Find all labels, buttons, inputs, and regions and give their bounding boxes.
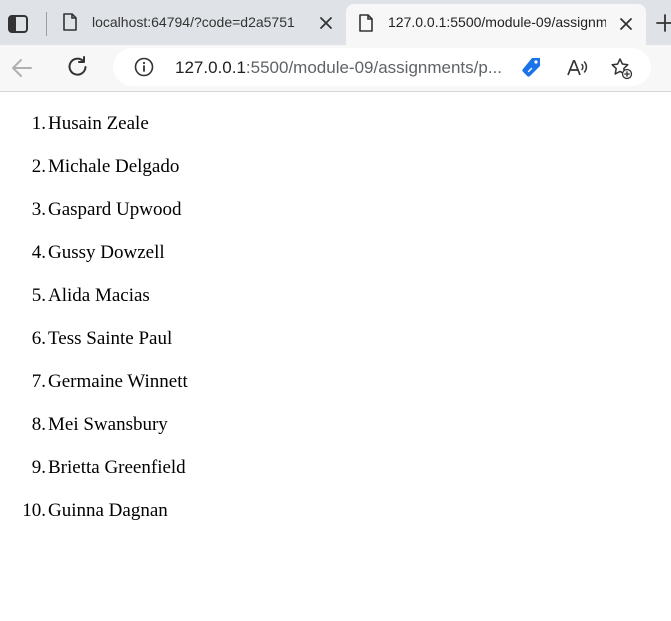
list-item-name: Tess Sainte Paul: [48, 328, 173, 349]
list-item-name: Gussy Dowzell: [48, 242, 165, 263]
url-host: 127.0.0.1: [175, 58, 246, 77]
list-item-number: 7.: [31, 371, 46, 392]
url-path: :5500/module-09/assignments/p...: [245, 58, 503, 77]
tab-title: localhost:64794/?code=d2a5751: [92, 14, 295, 30]
list-item-name: Brietta Greenfield: [48, 457, 186, 478]
page-content: 1. Husain Zeale 2. Michale Delgado 3. Gaspard…: [0, 92, 671, 621]
list-item-number: 4.: [31, 242, 46, 263]
reload-icon[interactable]: [64, 54, 92, 82]
list-item-number: 5.: [31, 285, 46, 306]
tab-title: 127.0.0.1:5500/module-09/assignments: [388, 14, 606, 30]
document-icon: [62, 13, 78, 31]
tab-strip: localhost:64794/?code=d2a5751 127.0.0.1:…: [0, 0, 671, 45]
price-tag-icon[interactable]: [519, 56, 543, 80]
plus-icon[interactable]: [654, 12, 671, 34]
list-item-number: 1.: [31, 113, 46, 134]
list-item-name: Gaspard Upwood: [48, 199, 182, 220]
info-icon[interactable]: [134, 57, 154, 77]
back-arrow-icon[interactable]: [8, 54, 36, 82]
list-item-number: 3.: [31, 199, 46, 220]
close-icon[interactable]: [616, 14, 636, 34]
read-aloud-icon[interactable]: [565, 56, 589, 80]
document-icon: [358, 14, 374, 32]
add-favorite-icon[interactable]: [609, 56, 633, 80]
list-item-number: 9.: [31, 457, 46, 478]
list-item-name: Alida Macias: [48, 285, 150, 306]
list-item-name: Michale Delgado: [48, 156, 180, 177]
list-item-number: 8.: [31, 414, 46, 435]
browser-toolbar: 127.0.0.1:5500/module-09/assignments/p..…: [0, 45, 671, 92]
close-icon[interactable]: [316, 13, 336, 33]
url-text[interactable]: 127.0.0.1:5500/module-09/assignments/p..…: [175, 58, 525, 78]
list-item-name: Guinna Dagnan: [48, 500, 168, 521]
list-item-name: Mei Swansbury: [48, 414, 168, 435]
list-item-number: 2.: [31, 156, 46, 177]
address-bar[interactable]: 127.0.0.1:5500/module-09/assignments/p..…: [113, 48, 651, 86]
list-item-name: Germaine Winnett: [48, 371, 188, 392]
list-item-number: 6.: [31, 328, 46, 349]
list-item-name: Husain Zeale: [48, 113, 149, 134]
tab-localhost[interactable]: localhost:64794/?code=d2a5751: [50, 0, 344, 45]
tab-actions-icon[interactable]: [6, 12, 30, 36]
tab-separator: [46, 12, 47, 36]
list-item-number: 10.: [22, 500, 46, 521]
tab-module-09[interactable]: 127.0.0.1:5500/module-09/assignments: [346, 4, 646, 45]
